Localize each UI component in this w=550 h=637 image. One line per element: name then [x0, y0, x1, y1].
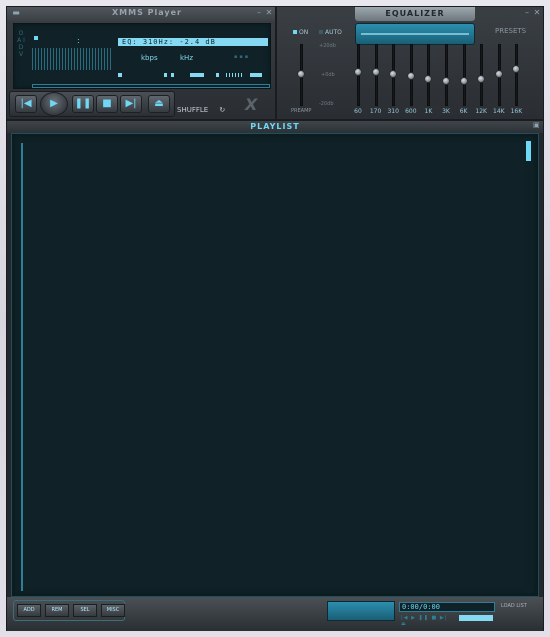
close-icon[interactable]: ✕	[265, 9, 273, 17]
eq-on-label: ON	[299, 29, 309, 36]
eq-auto-toggle[interactable]: AUTO	[319, 29, 342, 36]
add-button[interactable]: ADD	[17, 604, 41, 617]
playlist-track-list[interactable]	[11, 133, 539, 597]
song-title-scroller[interactable]: EQ: 310Hz: -2.4 dB	[122, 37, 216, 47]
preamp-slider-knob[interactable]	[297, 69, 305, 78]
eq-band-track-6k[interactable]	[462, 44, 466, 106]
playlist-scrollbar[interactable]	[525, 137, 533, 593]
eq-band-knob-6k[interactable]	[459, 77, 468, 86]
eq-auto-led	[319, 30, 323, 34]
extra-toggle-marker[interactable]	[250, 73, 262, 77]
eq-band-knob-1k[interactable]	[424, 74, 433, 83]
volume-slider-marker[interactable]	[118, 73, 122, 77]
eq-band-knob-14k[interactable]	[494, 69, 503, 78]
select-button[interactable]: SEL	[73, 604, 97, 617]
pause-icon: ❚❚	[74, 98, 92, 109]
preamp-label: PREAMP	[291, 108, 312, 114]
pl-toggle-marker[interactable]	[226, 73, 242, 77]
playlist-scroll-thumb[interactable]	[526, 141, 531, 161]
eq-on-led	[293, 30, 297, 34]
clutterbar[interactable]: O A I D V	[17, 30, 25, 58]
prev-icon: |◀	[20, 98, 32, 109]
remove-button[interactable]: REM	[45, 604, 69, 617]
player-display: O A I D V : EQ: 310Hz: -2.4 dB kbps kHz …	[13, 23, 271, 89]
db-bottom-label: -20db	[319, 101, 334, 107]
load-list-button[interactable]: LOAD LIST	[501, 603, 527, 609]
shuffle-toggle[interactable]: SHUFFLE ↻	[177, 97, 225, 116]
eq-auto-label: AUTO	[325, 29, 342, 36]
prev-button[interactable]: |◀	[15, 95, 37, 113]
play-button[interactable]: ▶	[40, 92, 68, 116]
playlist-edge-line	[21, 143, 23, 591]
playlist-time-display: 0:00/0:00	[399, 602, 495, 612]
eq-close-icon[interactable]: ✕	[533, 9, 541, 17]
balance-marker-left	[164, 73, 167, 77]
player-titlebar[interactable]: ▬ XMMS Player – ✕	[7, 7, 275, 21]
player-title: XMMS Player	[112, 8, 182, 17]
playlist-visualizer[interactable]	[327, 601, 395, 621]
visualizer[interactable]	[32, 48, 112, 70]
transport-controls: |◀ ▶ ❚❚ ■ ▶| ⏏	[9, 91, 175, 117]
seek-bar[interactable]	[32, 84, 270, 88]
eq-on-toggle[interactable]: ON	[293, 29, 308, 36]
playlist-close-icon[interactable]: ▣	[533, 121, 540, 129]
playlist-titlebar[interactable]: PLAYLIST ▣	[7, 121, 543, 133]
eq-minimize-icon[interactable]: –	[523, 9, 531, 17]
eq-band-label-16k: 16K	[510, 108, 523, 115]
pause-button[interactable]: ❚❚	[72, 95, 94, 113]
play-status-indicator	[34, 36, 38, 40]
kbps-label: kbps	[141, 54, 158, 62]
minimize-icon[interactable]: –	[255, 9, 263, 17]
next-button[interactable]: ▶|	[120, 95, 142, 113]
xmms-logo[interactable]: X	[245, 95, 257, 114]
play-icon: ▶	[50, 98, 58, 109]
db-mid-label: +0db	[321, 72, 335, 78]
playlist-title: PLAYLIST	[250, 122, 300, 131]
equalizer-window: EQUALIZER – ✕ ON AUTO PRESETS +20db +0db…	[276, 6, 544, 120]
eq-band-track-16k[interactable]	[515, 44, 519, 106]
eq-band-knob-170[interactable]	[371, 67, 380, 76]
balance-slider[interactable]	[190, 73, 204, 77]
balance-marker-right	[171, 73, 174, 77]
equalizer-title[interactable]: EQUALIZER	[355, 7, 475, 21]
next-icon: ▶|	[125, 98, 137, 109]
playlist-mini-transport[interactable]: |◀ ▶ ❚❚ ■ ▶| ⏏	[401, 615, 449, 627]
eq-band-track-3k[interactable]	[445, 44, 448, 106]
misc-button[interactable]: MISC	[101, 604, 125, 617]
eq-band-knob-600[interactable]	[406, 72, 415, 81]
time-display[interactable]: :	[77, 36, 80, 45]
stop-icon: ■	[102, 98, 112, 109]
eject-icon: ⏏	[154, 98, 164, 109]
eq-band-knob-3k[interactable]	[442, 77, 450, 86]
stop-button[interactable]: ■	[96, 95, 118, 113]
khz-label: kHz	[180, 54, 193, 62]
repeat-icon[interactable]: ↻	[219, 106, 225, 114]
presets-button[interactable]: PRESETS	[495, 27, 526, 35]
menu-icon[interactable]: ▬	[12, 9, 20, 17]
shuffle-label: SHUFFLE	[177, 106, 209, 114]
eq-band-knob-16k[interactable]	[512, 64, 521, 73]
playlist-window: PLAYLIST ▣ ADD REM SEL MISC 0:00/0:00 |◀…	[6, 120, 544, 631]
mono-stereo-indicator: ▪▪▪	[234, 54, 251, 60]
eq-band-knob-60[interactable]	[354, 68, 362, 77]
eq-curve	[361, 33, 469, 35]
eject-button[interactable]: ⏏	[148, 95, 170, 113]
eq-band-knob-12k[interactable]	[477, 75, 486, 84]
main-player-window: ▬ XMMS Player – ✕ O A I D V : EQ: 310Hz:…	[6, 6, 276, 120]
eq-toggle-marker[interactable]	[216, 73, 219, 77]
playlist-mini-time	[459, 615, 493, 621]
eq-band-knob-310[interactable]	[389, 69, 398, 78]
db-top-label: +20db	[319, 43, 336, 49]
